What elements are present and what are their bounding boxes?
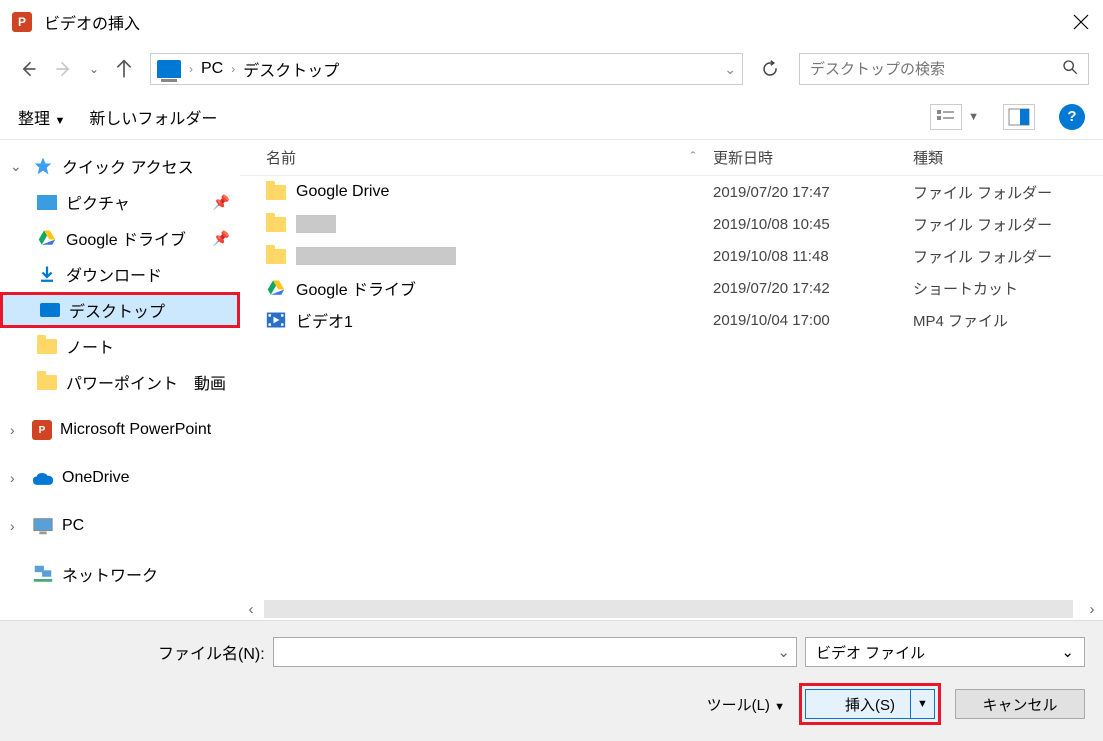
column-type[interactable]: 種類	[913, 147, 1093, 168]
window-title: ビデオの挿入	[44, 10, 1071, 34]
file-row[interactable]: Google Drive 2019/07/20 17:47ファイル フォルダー	[240, 176, 1103, 208]
search-box[interactable]	[799, 53, 1089, 85]
file-type: ファイル フォルダー	[913, 214, 1093, 235]
preview-pane-button[interactable]	[1003, 104, 1035, 130]
star-icon	[32, 156, 54, 176]
desktop-icon	[39, 300, 61, 320]
organize-button[interactable]: 整理 ▼	[18, 105, 65, 129]
forward-button[interactable]	[50, 55, 78, 83]
chevron-right-icon[interactable]: ›	[10, 470, 24, 486]
search-icon[interactable]	[1062, 59, 1078, 80]
file-name	[296, 215, 336, 233]
file-row[interactable]: ビデオ1 2019/10/04 17:00MP4 ファイル	[240, 304, 1103, 336]
network-icon	[32, 564, 54, 584]
tree-item-quick-access[interactable]: ⌄ クイック アクセス	[0, 148, 240, 184]
chevron-down-icon[interactable]: ⌄	[724, 61, 736, 78]
folder-icon	[36, 372, 58, 392]
tree-item-pc[interactable]: › PC	[0, 508, 240, 544]
folder-icon	[266, 247, 286, 265]
tree-item-notes[interactable]: ノート	[0, 328, 240, 364]
refresh-button[interactable]	[755, 54, 785, 84]
cancel-button[interactable]: キャンセル	[955, 689, 1085, 719]
tools-button[interactable]: ツール(L) ▼	[707, 694, 785, 715]
scroll-right-icon[interactable]: ›	[1083, 601, 1101, 618]
dialog-footer: ファイル名(N): ⌄ ビデオ ファイル⌄ ツール(L) ▼ 挿入(S) ▼ キ…	[0, 620, 1103, 741]
insert-dropdown-icon[interactable]: ▼	[910, 690, 934, 718]
powerpoint-icon: P	[32, 420, 52, 440]
monitor-icon	[157, 60, 181, 78]
folder-icon	[36, 336, 58, 356]
tree-item-pp-video[interactable]: パワーポイント 動画	[0, 364, 240, 400]
pin-icon: 📌	[213, 194, 230, 211]
toolbar: 整理 ▼ 新しいフォルダー ▼ ?	[0, 94, 1103, 140]
file-date: 2019/10/04 17:00	[713, 312, 913, 329]
file-name	[296, 247, 456, 265]
chevron-right-icon[interactable]: ›	[231, 62, 235, 76]
file-type: ファイル フォルダー	[913, 182, 1093, 203]
nav-tree: ⌄ クイック アクセス ピクチャ 📌 Google ドライブ 📌 ダウンロード …	[0, 140, 240, 620]
view-icon	[930, 104, 962, 130]
pictures-icon	[36, 192, 58, 212]
file-name: ビデオ1	[296, 308, 353, 332]
chevron-down-icon[interactable]: ⌄	[777, 643, 790, 661]
file-row[interactable]: 2019/10/08 11:48ファイル フォルダー	[240, 240, 1103, 272]
chevron-right-icon[interactable]: ›	[10, 422, 24, 438]
filename-label: ファイル名(N):	[158, 640, 265, 664]
onedrive-icon	[32, 468, 54, 488]
chevron-right-icon[interactable]: ›	[189, 62, 193, 76]
tree-item-pictures[interactable]: ピクチャ 📌	[0, 184, 240, 220]
column-date[interactable]: 更新日時	[713, 147, 913, 168]
folder-icon	[266, 215, 286, 233]
file-name: Google Drive	[296, 183, 389, 201]
back-button[interactable]	[14, 55, 42, 83]
powerpoint-icon: P	[12, 12, 32, 32]
file-row[interactable]: Google ドライブ 2019/07/20 17:42ショートカット	[240, 272, 1103, 304]
folder-icon	[266, 183, 286, 201]
file-type: ファイル フォルダー	[913, 246, 1093, 267]
file-type: MP4 ファイル	[913, 310, 1093, 331]
tree-item-downloads[interactable]: ダウンロード	[0, 256, 240, 292]
file-type: ショートカット	[913, 278, 1093, 299]
pc-icon	[32, 516, 54, 536]
tree-item-desktop[interactable]: デスクトップ	[0, 292, 240, 328]
file-date: 2019/10/08 10:45	[713, 216, 913, 233]
file-row[interactable]: 2019/10/08 10:45ファイル フォルダー	[240, 208, 1103, 240]
up-button[interactable]	[110, 55, 138, 83]
file-date: 2019/07/20 17:47	[713, 184, 913, 201]
insert-button[interactable]: 挿入(S) ▼	[805, 689, 935, 719]
tree-item-network[interactable]: › ネットワーク	[0, 556, 240, 592]
help-button[interactable]: ?	[1059, 104, 1085, 130]
gdrive-icon	[36, 228, 58, 248]
chevron-right-icon[interactable]: ›	[10, 518, 24, 534]
close-button[interactable]	[1071, 12, 1091, 32]
tree-item-ms-powerpoint[interactable]: › P Microsoft PowerPoint	[0, 412, 240, 448]
list-header: 名前 ˆ 更新日時 種類	[240, 140, 1103, 176]
chevron-down-icon[interactable]: ⌄	[10, 158, 24, 175]
filename-input[interactable]: ⌄	[273, 637, 797, 667]
title-bar: P ビデオの挿入	[0, 0, 1103, 44]
scroll-left-icon[interactable]: ‹	[242, 601, 260, 618]
gdrive-icon	[266, 279, 286, 297]
pin-icon: 📌	[213, 230, 230, 247]
breadcrumb-desktop[interactable]: デスクトップ	[243, 57, 339, 81]
download-icon	[36, 264, 58, 284]
horizontal-scrollbar[interactable]: ‹ ›	[240, 598, 1103, 620]
file-date: 2019/07/20 17:42	[713, 280, 913, 297]
view-options-button[interactable]: ▼	[930, 104, 979, 130]
tree-item-gdrive[interactable]: Google ドライブ 📌	[0, 220, 240, 256]
video-icon	[266, 311, 286, 329]
breadcrumb-pc[interactable]: PC	[201, 60, 223, 78]
sort-indicator-icon: ˆ	[673, 149, 713, 166]
search-input[interactable]	[810, 61, 1062, 78]
file-type-filter[interactable]: ビデオ ファイル⌄	[805, 637, 1085, 667]
tree-item-onedrive[interactable]: › OneDrive	[0, 460, 240, 496]
address-bar[interactable]: › PC › デスクトップ ⌄	[150, 53, 743, 85]
file-name: Google ドライブ	[296, 276, 416, 300]
navigation-bar: ⌄ › PC › デスクトップ ⌄	[0, 44, 1103, 94]
recent-locations-button[interactable]: ⌄	[86, 55, 102, 83]
column-name[interactable]: 名前	[250, 147, 673, 168]
file-date: 2019/10/08 11:48	[713, 248, 913, 265]
file-list: 名前 ˆ 更新日時 種類 Google Drive 2019/07/20 17:4…	[240, 140, 1103, 620]
new-folder-button[interactable]: 新しいフォルダー	[89, 105, 217, 129]
